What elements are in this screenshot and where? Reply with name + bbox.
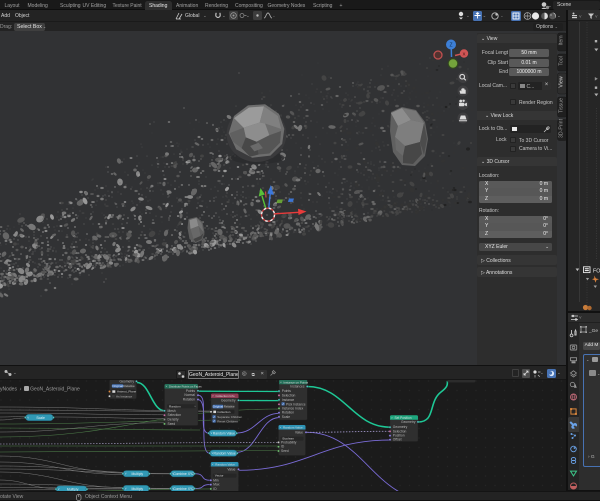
svg-text:Rotation: Rotation — [183, 398, 195, 402]
svg-text:˅: ˅ — [211, 432, 213, 436]
svg-text:Seed: Seed — [281, 449, 289, 453]
svg-text:FO: FO — [593, 269, 600, 275]
svg-text:˅: ˅ — [212, 394, 214, 398]
svg-text:Points: Points — [186, 389, 196, 393]
svg-text:✓: ✓ — [282, 402, 285, 406]
svg-text:Tissue: Tissue — [558, 98, 564, 113]
svg-text:Random Value: Random Value — [214, 452, 236, 456]
svg-text:Original: Original — [213, 405, 224, 409]
svg-text:Geometry: Geometry — [120, 380, 135, 384]
svg-text:Scale: Scale — [282, 415, 290, 419]
svg-text:˅: ˅ — [125, 472, 127, 476]
svg-text:Reset Children: Reset Children — [217, 419, 238, 423]
svg-text:˅: ˅ — [212, 463, 214, 467]
svg-text:✓: ✓ — [213, 419, 216, 423]
svg-text:˅: ˅ — [595, 14, 598, 19]
svg-text:Instances: Instances — [290, 385, 304, 389]
svg-text:Collection: Collection — [217, 410, 231, 414]
svg-text:Random Value: Random Value — [283, 426, 303, 430]
svg-text:3D-Print: 3D-Print — [558, 118, 564, 138]
svg-text:Selection: Selection — [282, 393, 296, 397]
svg-text:Offset: Offset — [393, 438, 402, 442]
svg-text:Combine XYZ: Combine XYZ — [173, 472, 194, 476]
svg-text:˅: ˅ — [194, 405, 196, 409]
svg-text:As Instance: As Instance — [116, 394, 132, 398]
svg-text:˅: ˅ — [579, 14, 582, 19]
svg-text:Vector: Vector — [215, 474, 224, 478]
svg-text:˅: ˅ — [212, 452, 214, 456]
svg-text:˅: ˅ — [280, 381, 282, 385]
svg-text:Z: Z — [449, 42, 452, 48]
svg-text:Random: Random — [169, 404, 181, 408]
svg-text:Asteroi_Plane: Asteroi_Plane — [117, 390, 137, 394]
svg-text:Relative: Relative — [124, 384, 135, 388]
svg-text:Mesh: Mesh — [168, 409, 176, 413]
svg-text:Random Value: Random Value — [215, 463, 235, 467]
svg-text:Seed: Seed — [168, 422, 176, 426]
svg-text:Relative: Relative — [224, 405, 235, 409]
svg-text:˅: ˅ — [27, 416, 29, 420]
svg-text:View: View — [558, 76, 564, 87]
svg-text:˅: ˅ — [172, 472, 174, 476]
svg-text:Density: Density — [168, 418, 179, 422]
svg-text:Geometry: Geometry — [401, 420, 416, 424]
svg-text:Item: Item — [558, 35, 564, 45]
svg-text:_Ge: _Ge — [588, 328, 598, 334]
svg-text:Original: Original — [112, 384, 123, 388]
svg-text:Value: Value — [227, 467, 235, 471]
svg-text:Tool: Tool — [558, 56, 564, 66]
svg-text:˅: ˅ — [391, 416, 393, 420]
svg-text:˅: ˅ — [280, 426, 282, 430]
svg-text:Geometry: Geometry — [221, 398, 236, 402]
svg-text:Value: Value — [295, 430, 303, 434]
svg-text:Random Value: Random Value — [213, 432, 235, 436]
svg-text:˅: ˅ — [166, 385, 168, 389]
svg-text:Scale: Scale — [36, 416, 45, 420]
svg-text:X: X — [462, 51, 465, 56]
svg-text:Multiply: Multiply — [132, 472, 144, 476]
